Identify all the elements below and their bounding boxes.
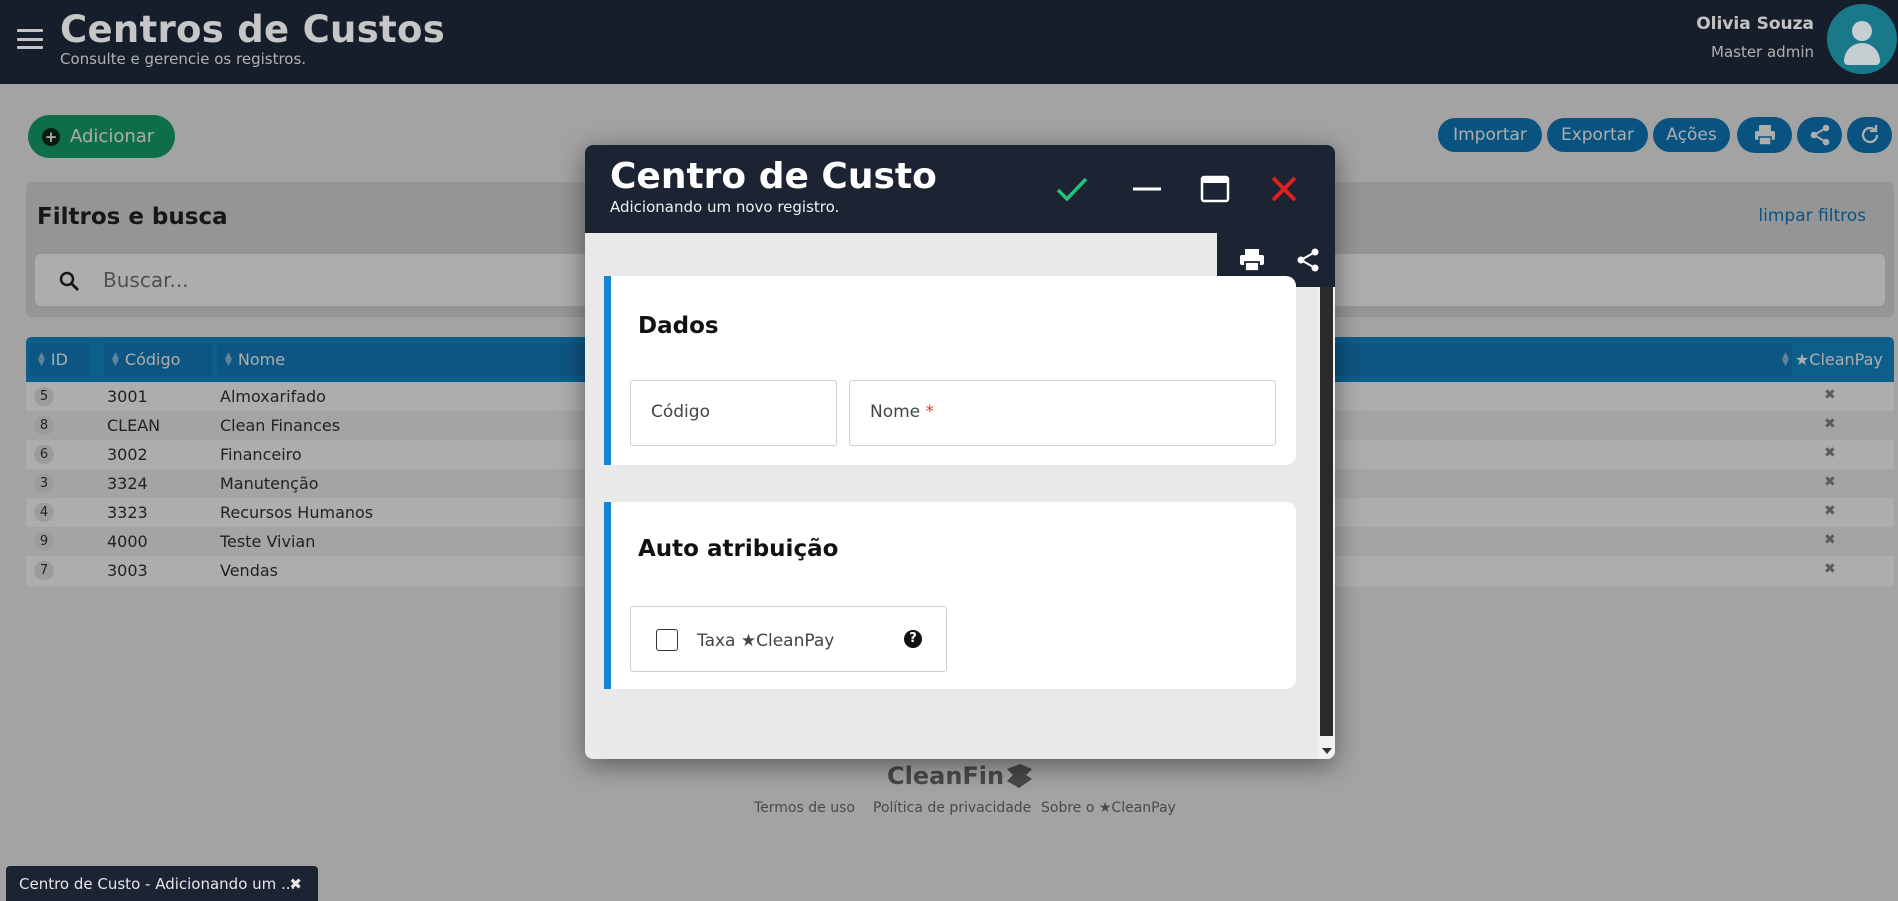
maximize-button[interactable] — [1195, 169, 1235, 209]
share-icon[interactable] — [1295, 247, 1321, 273]
section-dados: Dados Código Nome * — [604, 276, 1296, 465]
modal-subtitle: Adicionando um novo registro. — [610, 198, 840, 216]
maximize-icon — [1200, 175, 1230, 203]
section-auto-atribuicao: Auto atribuição Taxa ★CleanPay ? — [604, 502, 1296, 689]
nome-field[interactable]: Nome * — [849, 380, 1276, 446]
modal-title: Centro de Custo — [610, 156, 937, 197]
codigo-label: Código — [651, 402, 710, 422]
taxa-cleanpay-label: Taxa ★CleanPay — [697, 631, 835, 651]
scrollbar-thumb[interactable] — [1320, 287, 1333, 736]
modal-backdrop-top — [0, 0, 1898, 84]
required-mark: * — [925, 402, 935, 422]
minimize-icon — [1133, 187, 1161, 191]
close-icon[interactable]: ✖ — [289, 875, 302, 893]
scroll-down-icon[interactable] — [1322, 748, 1332, 754]
section-auto-title: Auto atribuição — [638, 536, 839, 562]
minimized-window-label: Centro de Custo - Adicionando um ... — [19, 874, 296, 893]
close-icon — [1271, 176, 1297, 202]
check-icon — [1056, 177, 1088, 202]
modal-header: Centro de Custo Adicionando um novo regi… — [585, 145, 1335, 233]
help-icon[interactable]: ? — [904, 630, 922, 648]
minimized-window-tab[interactable]: Centro de Custo - Adicionando um ... ✖ — [6, 866, 318, 901]
print-icon[interactable] — [1239, 248, 1265, 272]
nome-label: Nome * — [870, 402, 935, 422]
taxa-cleanpay-field[interactable]: Taxa ★CleanPay ? — [630, 606, 947, 672]
minimize-button[interactable] — [1127, 169, 1167, 209]
codigo-field[interactable]: Código — [630, 380, 837, 446]
section-dados-title: Dados — [638, 313, 719, 339]
modal-window: Centro de Custo Adicionando um novo regi… — [585, 145, 1335, 759]
modal-scrollbar[interactable] — [1318, 287, 1335, 759]
close-button[interactable] — [1264, 169, 1304, 209]
taxa-cleanpay-checkbox[interactable] — [656, 629, 678, 651]
confirm-button[interactable] — [1052, 169, 1092, 209]
